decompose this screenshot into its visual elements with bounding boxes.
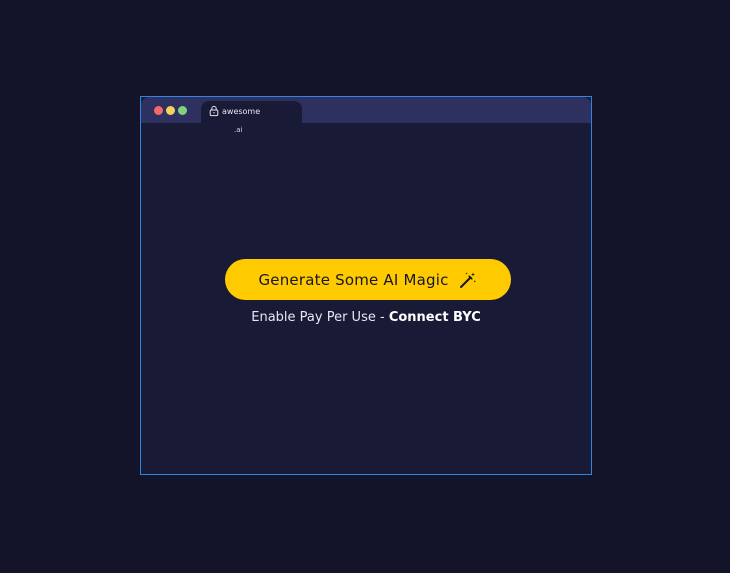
browser-titlebar: awesome <box>141 97 591 123</box>
close-window-dot[interactable] <box>154 106 163 115</box>
generate-ai-magic-label: Generate Some AI Magic <box>258 270 449 289</box>
minimize-window-dot[interactable] <box>166 106 175 115</box>
tab-title: awesome <box>222 107 261 116</box>
maximize-window-dot[interactable] <box>178 106 187 115</box>
tab-domain-text: .ai <box>234 126 243 134</box>
generate-ai-magic-button[interactable]: Generate Some AI Magic <box>225 259 511 300</box>
browser-window: awesome .ai Generate Some AI Magic Enabl… <box>140 96 592 475</box>
lock-icon <box>209 105 219 117</box>
connect-byc-link[interactable]: Connect BYC <box>389 310 481 325</box>
browser-tab[interactable]: awesome <box>201 101 302 123</box>
magic-wand-icon <box>459 271 476 288</box>
pay-per-use-text: Enable Pay Per Use - Connect BYC <box>141 310 591 325</box>
pay-per-use-prefix: Enable Pay Per Use - <box>251 310 389 325</box>
